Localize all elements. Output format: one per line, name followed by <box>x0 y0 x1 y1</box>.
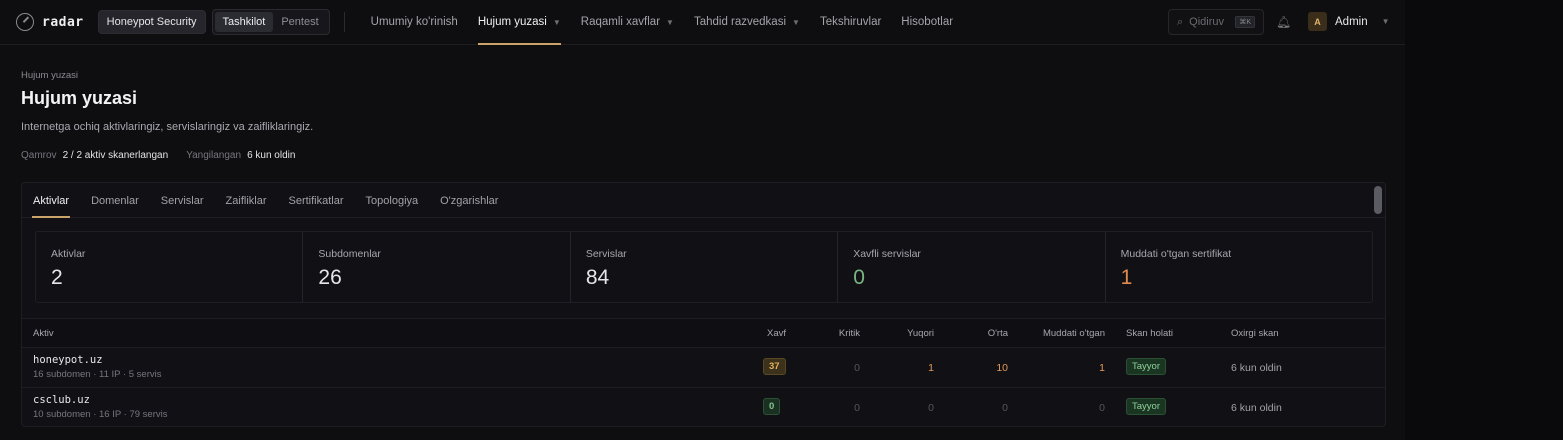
asset-name[interactable]: honeypot.uz <box>33 354 162 366</box>
user-name: Admin <box>1335 15 1368 28</box>
search-input[interactable]: ⌕ Qidiruv ⌘K <box>1168 9 1264 35</box>
table-row[interactable]: honeypot.uz 16 subdomen · 11 IP · 5 serv… <box>22 348 1385 388</box>
search-placeholder: Qidiruv <box>1189 16 1225 28</box>
expired-count: 1 <box>1099 362 1105 374</box>
tab-changes[interactable]: O'zgarishlar <box>431 183 507 218</box>
stat-value: 2 <box>51 266 63 289</box>
col-high[interactable]: Yuqori <box>884 328 934 339</box>
stat-label: Servislar <box>585 248 627 260</box>
tab-topology[interactable]: Topologiya <box>357 183 428 218</box>
medium-count: 10 <box>996 362 1008 374</box>
search-shortcut: ⌘K <box>1235 16 1255 28</box>
tab-vulnerabilities[interactable]: Zaifliklar <box>217 183 276 218</box>
last-scan: 6 kun oldin <box>1231 402 1282 414</box>
tab-certificates[interactable]: Sertifikatlar <box>280 183 353 218</box>
stat-label: Subdomenlar <box>318 248 381 260</box>
status-badge: Tayyor <box>1126 358 1166 375</box>
nav-scans[interactable]: Tekshiruvlar <box>810 0 891 45</box>
risk-badge: 37 <box>763 358 786 375</box>
coverage-label: Qamrov <box>21 150 57 161</box>
stat-subdomains: Subdomenlar 26 <box>303 232 571 302</box>
user-menu[interactable]: A Admin ▼ <box>1308 12 1390 31</box>
col-asset[interactable]: Aktiv <box>33 328 54 339</box>
stat-label: Xavfli servislar <box>853 248 921 260</box>
asset-summary: 16 subdomen · 11 IP · 5 servis <box>33 369 162 380</box>
tab-assets[interactable]: Aktivlar <box>24 183 78 218</box>
asset-cell: honeypot.uz 16 subdomen · 11 IP · 5 serv… <box>33 354 162 380</box>
stat-risky-services: Xavfli servislar 0 <box>838 232 1106 302</box>
radar-icon <box>16 13 34 31</box>
search-icon: ⌕ <box>1177 15 1184 28</box>
risk-badge: 0 <box>763 398 781 415</box>
scope-tashkilot[interactable]: Tashkilot <box>214 12 274 32</box>
chevron-down-icon: ▼ <box>792 17 800 27</box>
nav-reports[interactable]: Hisobotlar <box>891 0 963 45</box>
brand-logo[interactable]: radar <box>16 13 84 31</box>
nav-attack-surface[interactable]: Hujum yuzasi ▼ <box>468 0 571 45</box>
col-medium[interactable]: O'rta <box>958 328 1008 339</box>
stat-value: 1 <box>1120 266 1133 289</box>
chevron-down-icon: ▼ <box>552 17 561 27</box>
stat-value: 0 <box>853 266 865 289</box>
scope-pentest[interactable]: Pentest <box>273 12 326 32</box>
avatar: A <box>1308 12 1327 31</box>
col-expired[interactable]: Muddati o'tgan <box>1012 328 1105 339</box>
stat-expired-certs: Muddati o'tgan sertifikat 1 <box>1106 232 1372 302</box>
nav-digital-risks[interactable]: Raqamli xavflar ▼ <box>571 0 684 45</box>
status-badge: Tayyor <box>1126 398 1166 415</box>
asset-cell: csclub.uz 10 subdomen · 16 IP · 79 servi… <box>33 394 167 420</box>
empty-backdrop <box>1405 0 1563 440</box>
stats-row: Aktivlar 2 Subdomenlar 26 Servislar 84 X… <box>35 231 1373 303</box>
coverage-value: 2 / 2 aktiv skanerlangan <box>62 150 169 161</box>
asset-name[interactable]: csclub.uz <box>33 394 167 406</box>
attack-surface-card: Aktivlar Domenlar Servislar Zaifliklar S… <box>21 182 1386 427</box>
col-risk[interactable]: Xavf <box>722 328 786 339</box>
bell-icon[interactable]: 🔔︎ <box>1276 15 1291 29</box>
main-nav: Umumiy ko'rinish Hujum yuzasi ▼ Raqamli x… <box>361 0 963 45</box>
nav-threat-intel[interactable]: Tahdid razvedkasi ▼ <box>684 0 810 45</box>
brand-name: radar <box>42 14 84 30</box>
high-count: 0 <box>928 402 934 414</box>
asset-summary: 10 subdomen · 16 IP · 79 servis <box>33 409 168 420</box>
col-last-scan[interactable]: Oxirgi skan <box>1231 328 1279 339</box>
stat-value: 26 <box>318 266 342 289</box>
stat-assets: Aktivlar 2 <box>36 232 304 302</box>
tab-services[interactable]: Servislar <box>152 183 213 218</box>
expired-count: 0 <box>1099 402 1105 414</box>
page-subtitle: Internetga ochiq aktivlaringiz, servisla… <box>21 121 314 133</box>
critical-count: 0 <box>854 402 860 414</box>
scope-toggle: Tashkilot Pentest <box>211 9 330 35</box>
stat-services: Servislar 84 <box>571 232 839 302</box>
tab-bar: Aktivlar Domenlar Servislar Zaifliklar S… <box>22 183 1385 218</box>
app-shell: radar Honeypot Security Tashkilot Pentes… <box>0 0 1405 440</box>
medium-count: 0 <box>1002 402 1008 414</box>
table-row[interactable]: csclub.uz 10 subdomen · 16 IP · 79 servi… <box>22 388 1385 426</box>
stat-label: Aktivlar <box>51 248 86 260</box>
updated-label: Yangilangan <box>186 150 242 161</box>
nav-overview[interactable]: Umumiy ko'rinish <box>361 0 468 45</box>
table-header: Aktiv Xavf Kritik Yuqori O'rta Muddati o… <box>22 318 1385 348</box>
col-critical[interactable]: Kritik <box>810 328 860 339</box>
col-scan-status[interactable]: Skan holati <box>1126 328 1173 339</box>
stat-label: Muddati o'tgan sertifikat <box>1120 248 1232 260</box>
organization-switcher[interactable]: Honeypot Security <box>97 10 206 34</box>
last-scan: 6 kun oldin <box>1231 362 1282 374</box>
stat-value: 84 <box>585 266 610 289</box>
scrollbar-thumb[interactable] <box>1374 186 1382 214</box>
chevron-down-icon: ▼ <box>666 17 674 27</box>
page-title: Hujum yuzasi <box>21 88 138 108</box>
tab-domains[interactable]: Domenlar <box>82 183 148 218</box>
nav-divider <box>343 12 345 32</box>
high-count: 1 <box>928 362 934 374</box>
chevron-down-icon: ▼ <box>1381 17 1390 26</box>
page-meta: Qamrov 2 / 2 aktiv skanerlangan Yangilan… <box>21 150 307 161</box>
updated-value: 6 kun oldin <box>247 150 296 161</box>
top-navbar: radar Honeypot Security Tashkilot Pentes… <box>0 0 1405 45</box>
critical-count: 0 <box>854 362 860 374</box>
breadcrumb[interactable]: Hujum yuzasi <box>21 70 78 81</box>
